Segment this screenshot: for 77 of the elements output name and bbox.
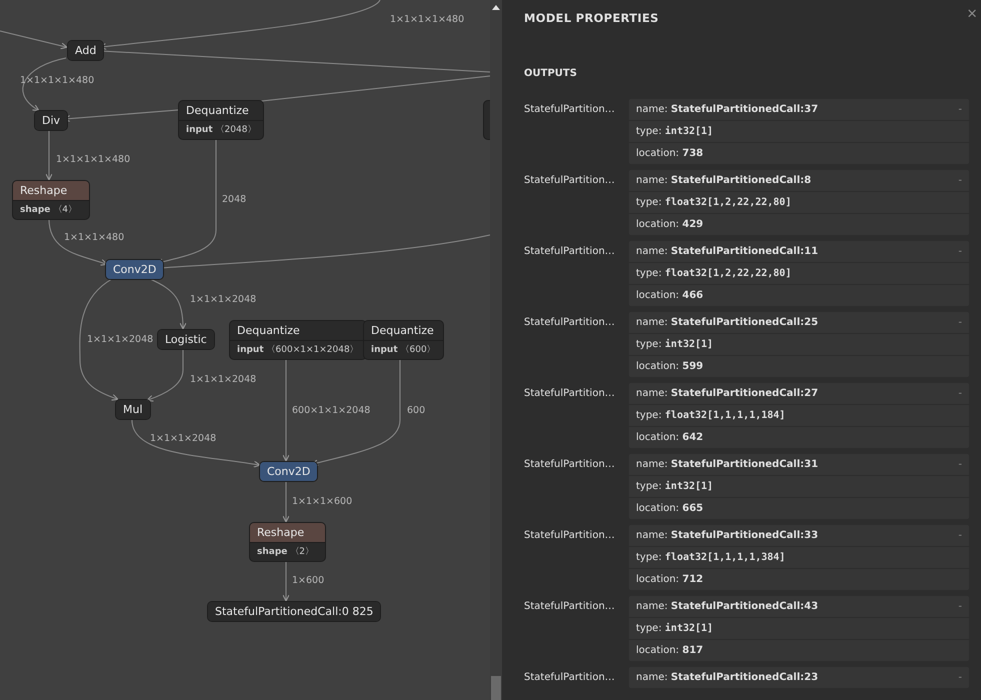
connector-arrow	[282, 480, 290, 522]
output-label: StatefulPartition…	[524, 529, 616, 543]
name-field: name: StatefulPartitionedCall:37	[636, 104, 958, 115]
location-field: location: 712	[636, 574, 962, 585]
edge-label: 1×1×1×2048	[150, 433, 216, 444]
collapse-toggle[interactable]: -	[958, 672, 962, 683]
name-field: name: StatefulPartitionedCall:33	[636, 530, 958, 541]
edge-label: 1×1×1×1×480	[390, 14, 464, 25]
name-field: name: StatefulPartitionedCall:25	[636, 317, 958, 328]
edge-label: 1×1×1×2048	[190, 294, 256, 305]
edge-label: 600×1×1×2048	[292, 405, 370, 416]
output-label: StatefulPartition…	[524, 387, 616, 401]
graph-node[interactable]: Conv2D	[105, 259, 164, 280]
name-field: name: StatefulPartitionedCall:23	[636, 672, 958, 683]
collapse-toggle[interactable]: -	[958, 388, 962, 399]
connector-arrow	[46, 130, 52, 180]
close-button[interactable]: ×	[965, 4, 979, 24]
name-field: name: StatefulPartitionedCall:31	[636, 459, 958, 470]
name-field: name: StatefulPartitionedCall:11	[636, 246, 958, 257]
collapse-toggle[interactable]: -	[958, 104, 962, 115]
type-field: type: float32[1,2,22,22,80]	[636, 268, 962, 279]
edge-label: 2048	[222, 194, 246, 205]
location-field: location: 429	[636, 219, 962, 230]
graph-node[interactable]: Div	[34, 110, 68, 131]
edge-label: 600	[407, 405, 426, 416]
graph-node[interactable]: Dequantize input 〈2048〉	[178, 100, 264, 140]
name-field: name: StatefulPartitionedCall:27	[636, 388, 958, 399]
collapse-toggle[interactable]: -	[958, 246, 962, 257]
connector-arrow	[0, 30, 68, 50]
edge-label: 1×1×1×480	[64, 232, 124, 243]
collapse-toggle[interactable]: -	[958, 459, 962, 470]
edge-label: 1×1×1×600	[292, 496, 352, 507]
type-field: type: float32[1,1,1,1,384]	[636, 552, 962, 563]
collapse-toggle[interactable]: -	[958, 175, 962, 186]
location-field: location: 642	[636, 432, 962, 443]
output-label: StatefulPartition…	[524, 316, 616, 330]
graph-node[interactable]: Add	[67, 40, 104, 61]
collapse-toggle[interactable]: -	[958, 530, 962, 541]
type-field: type: int32[1]	[636, 481, 962, 492]
type-field: type: float32[1,1,1,1,184]	[636, 410, 962, 421]
graph-node[interactable]: Logistic	[157, 329, 215, 350]
name-field: name: StatefulPartitionedCall:8	[636, 175, 958, 186]
edge-label: 1×1×1×2048	[190, 374, 256, 385]
collapse-toggle[interactable]: -	[958, 601, 962, 612]
location-field: location: 665	[636, 503, 962, 514]
graph-node[interactable]: Dequantize input 〈600〉	[363, 320, 444, 360]
connector-arrow	[282, 560, 290, 602]
graph-node[interactable]: Reshape shape 〈4〉	[12, 180, 90, 220]
location-field: location: 817	[636, 645, 962, 656]
type-field: type: int32[1]	[636, 339, 962, 350]
type-field: type: int32[1]	[636, 623, 962, 634]
location-field: location: 599	[636, 361, 962, 372]
edge-label: 1×1×1×1×480	[56, 154, 130, 165]
edge-label: 1×600	[292, 575, 324, 586]
output-label: StatefulPartition…	[524, 174, 616, 188]
graph-node[interactable]: Mul	[115, 399, 151, 420]
connector-arrow	[146, 350, 184, 402]
location-field: location: 738	[636, 148, 962, 159]
output-label: StatefulPartition…	[524, 103, 616, 117]
graph-node[interactable]: Reshape shape 〈2〉	[249, 522, 326, 562]
type-field: type: float32[1,2,22,22,80]	[636, 197, 962, 208]
collapse-toggle[interactable]: -	[958, 317, 962, 328]
location-field: location: 466	[636, 290, 962, 301]
name-field: name: StatefulPartitionedCall:43	[636, 601, 958, 612]
panel-title: MODEL PROPERTIES	[524, 10, 660, 27]
graph-node[interactable]: StatefulPartitionedCall:0 825	[207, 601, 382, 622]
output-label: StatefulPartition…	[524, 245, 616, 259]
edge-label: 1×1×1×2048	[87, 334, 154, 345]
graph-node[interactable]: Conv2D	[259, 461, 318, 482]
graph-node[interactable]: Dequantize input 〈600×1×1×2048〉	[229, 320, 367, 360]
output-label: StatefulPartition…	[524, 671, 616, 685]
type-field: type: int32[1]	[636, 126, 962, 137]
scrollbar-thumb[interactable]	[491, 676, 501, 700]
output-label: StatefulPartition…	[524, 600, 616, 614]
connector-arrow	[150, 278, 186, 330]
section-heading: OUTPUTS	[524, 68, 578, 79]
output-label: StatefulPartition…	[524, 458, 616, 472]
